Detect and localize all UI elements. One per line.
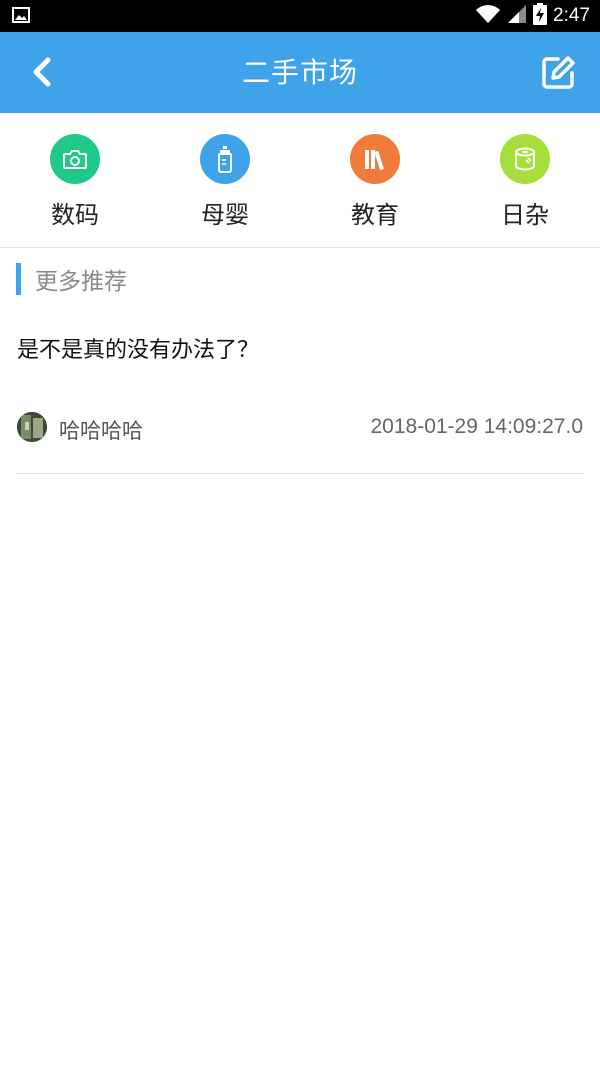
section-accent-bar xyxy=(16,263,21,295)
divider xyxy=(0,247,600,248)
avatar xyxy=(17,412,47,442)
gallery-notification-icon xyxy=(12,7,30,27)
page-title: 二手市场 xyxy=(241,56,358,89)
wifi-icon xyxy=(475,4,501,28)
tissue-roll-icon xyxy=(515,147,535,171)
list-item[interactable]: 是不是真的没有办法了？ 哈哈哈哈 2018-01-29 14:09:27.0 xyxy=(0,310,600,474)
section-header: 更多推荐 xyxy=(16,263,127,295)
category-label: 教育 xyxy=(351,201,399,229)
category-education-circle xyxy=(350,134,400,184)
post-author: 哈哈哈哈 xyxy=(59,419,143,443)
category-education[interactable]: 教育 xyxy=(300,113,450,247)
camera-icon xyxy=(63,150,87,169)
post-title: 是不是真的没有办法了？ xyxy=(17,338,260,363)
category-label: 母婴 xyxy=(201,201,249,229)
edit-post-button[interactable] xyxy=(538,53,578,93)
category-label: 日杂 xyxy=(501,201,549,229)
category-label: 数码 xyxy=(51,201,99,229)
category-digital-circle xyxy=(50,134,100,184)
category-household-circle xyxy=(500,134,550,184)
battery-charging-icon xyxy=(533,3,548,29)
books-icon xyxy=(365,150,384,171)
category-baby[interactable]: 母婴 xyxy=(150,113,300,247)
signal-icon xyxy=(507,4,527,28)
app-bar: 二手市场 xyxy=(0,32,600,113)
baby-bottle-icon xyxy=(218,146,232,173)
category-baby-circle xyxy=(200,134,250,184)
item-divider xyxy=(17,473,583,474)
clock: 2:47 xyxy=(553,5,590,26)
category-household[interactable]: 日杂 xyxy=(450,113,600,247)
category-row: 数码 母婴 教育 日杂 xyxy=(0,113,600,247)
status-bar: 2:47 xyxy=(0,0,600,32)
section-title: 更多推荐 xyxy=(35,269,127,295)
category-digital[interactable]: 数码 xyxy=(0,113,150,247)
edit-icon xyxy=(542,56,575,89)
post-timestamp: 2018-01-29 14:09:27.0 xyxy=(370,415,583,438)
